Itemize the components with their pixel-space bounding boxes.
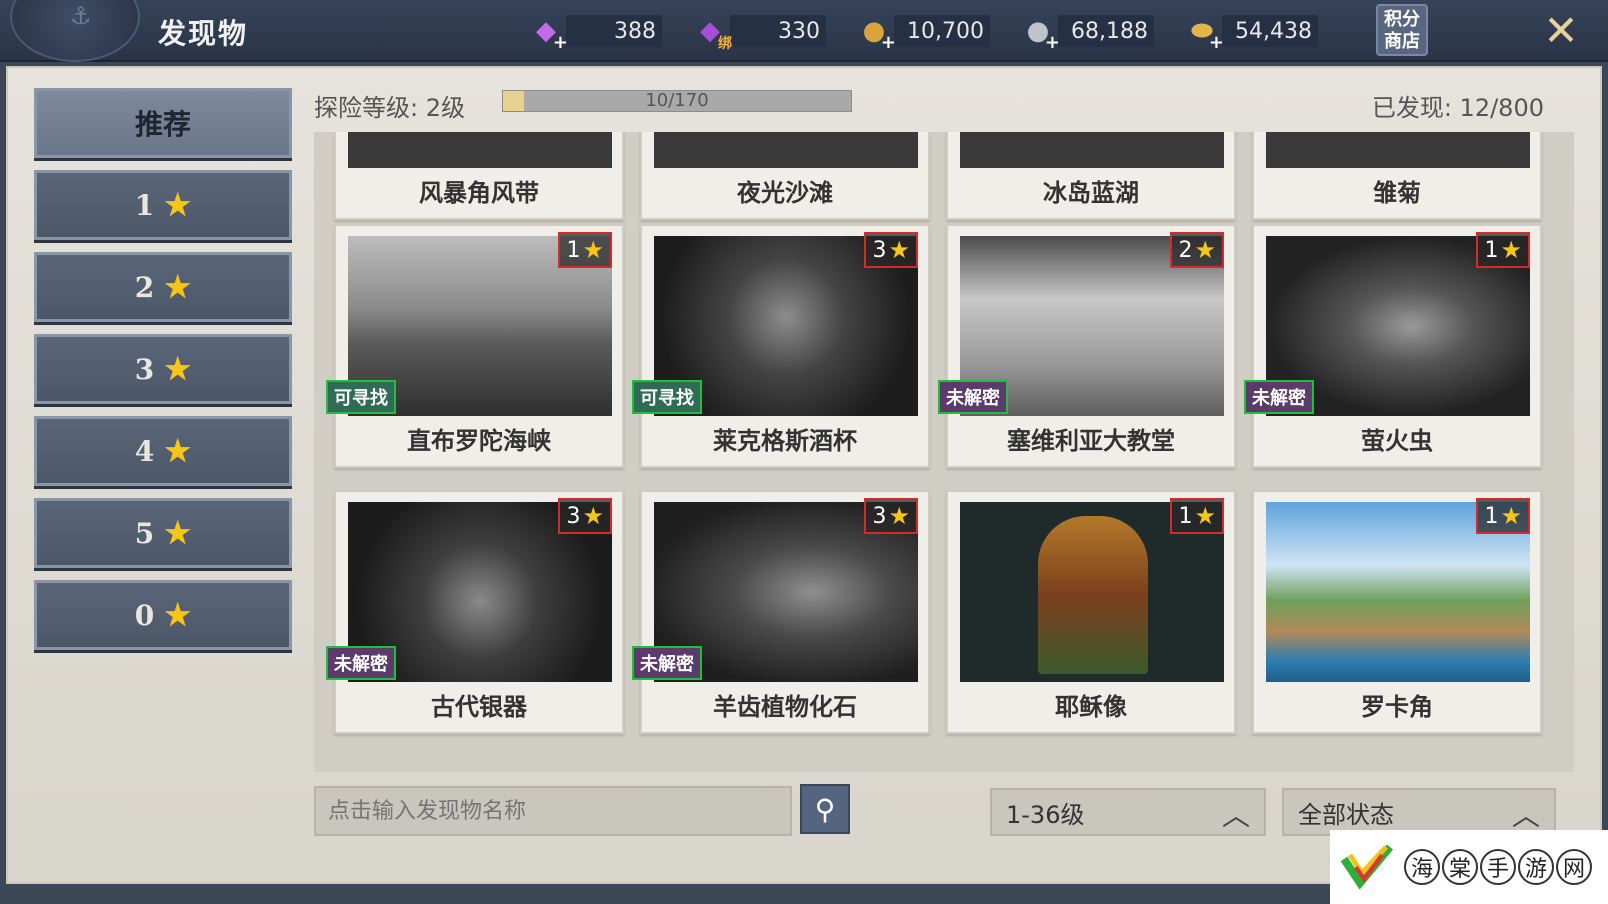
emblem-icon: ⚓ bbox=[10, 0, 140, 62]
sidebar-item-1-star[interactable]: 1 ★ bbox=[34, 170, 292, 240]
discovery-card[interactable]: 1 ★ 耶稣像 bbox=[946, 490, 1236, 734]
card-image bbox=[1266, 132, 1530, 168]
star-icon: ★ bbox=[164, 597, 192, 633]
star-rating-badge: 3 ★ bbox=[864, 498, 918, 534]
star-icon: ★ bbox=[164, 351, 192, 387]
card-image bbox=[348, 132, 612, 168]
sidebar-item-4-star[interactable]: 4 ★ bbox=[34, 416, 292, 486]
star-icon: ★ bbox=[1500, 502, 1522, 530]
star-icon: ★ bbox=[164, 433, 192, 469]
star-rating-badge: 2 ★ bbox=[1170, 232, 1224, 268]
bound-diamond-icon: ◆ 绑 bbox=[700, 16, 732, 52]
level-progress-bar: 10/170 bbox=[502, 90, 852, 112]
search-input[interactable] bbox=[314, 786, 792, 836]
star-rating-badge: 1 ★ bbox=[558, 232, 612, 268]
star-icon: ★ bbox=[164, 269, 192, 305]
discovery-card[interactable]: 2 ★ 未解密 塞维利亚大教堂 bbox=[938, 224, 1236, 468]
discovery-card[interactable]: 1 ★ 可寻找 直布罗陀海峡 bbox=[326, 224, 624, 468]
star-rating-badge: 3 ★ bbox=[558, 498, 612, 534]
star-rating-badge: 1 ★ bbox=[1476, 232, 1530, 268]
currency-diamond[interactable]: ◆ + 388 bbox=[526, 14, 662, 53]
points-shop-button[interactable]: 积分商店 bbox=[1376, 4, 1428, 56]
gold-ingot-icon: ⬬ + bbox=[1190, 15, 1224, 54]
purple-diamond-icon: ◆ + bbox=[536, 16, 568, 53]
discovery-card[interactable]: 风暴角风带 bbox=[334, 132, 624, 220]
discovery-card[interactable]: 3 ★ 未解密 古代银器 bbox=[326, 490, 624, 734]
page-title: 发现物 bbox=[158, 17, 249, 50]
star-icon: ★ bbox=[1194, 502, 1216, 530]
close-icon[interactable]: ✕ bbox=[1540, 10, 1582, 52]
star-rating-badge: 3 ★ bbox=[864, 232, 918, 268]
sidebar-item-0-star[interactable]: 0 ★ bbox=[34, 580, 292, 650]
currency-gold-coin[interactable]: ● + 10,700 bbox=[854, 14, 990, 53]
top-bar: ⚓ 发现物 ◆ + 388 ◆ 绑 330 ● + 10,700 ● + 68,188 … bbox=[0, 0, 1608, 62]
status-badge: 可寻找 bbox=[326, 380, 396, 414]
chevron-up-icon: ︿ bbox=[1511, 799, 1540, 832]
discoveries-grid[interactable]: 风暴角风带 夜光沙滩 冰岛蓝湖 雏菊 1 ★ 可寻找 直布罗陀海峡 3 ★ 可寻找 … bbox=[314, 132, 1574, 772]
discovery-card[interactable]: 冰岛蓝湖 bbox=[946, 132, 1236, 220]
discovered-count: 已发现: 12/800 bbox=[1371, 94, 1544, 122]
discovery-card[interactable]: 1 ★ 未解密 萤火虫 bbox=[1244, 224, 1542, 468]
progress-text: 10/170 bbox=[645, 90, 709, 111]
level-range-select[interactable]: 1-36级 ︿ bbox=[990, 788, 1266, 836]
currency-silver-coin[interactable]: ● + 68,188 bbox=[1018, 14, 1154, 53]
discovery-card[interactable]: 夜光沙滩 bbox=[640, 132, 930, 220]
sidebar-item-recommended[interactable]: 推荐 bbox=[34, 88, 292, 158]
star-icon: ★ bbox=[888, 502, 910, 530]
discovery-card[interactable]: 雏菊 bbox=[1252, 132, 1542, 220]
sidebar-item-2-star[interactable]: 2 ★ bbox=[34, 252, 292, 322]
star-icon: ★ bbox=[582, 236, 604, 264]
star-rating-badge: 1 ★ bbox=[1476, 498, 1530, 534]
chevron-up-icon: ︿ bbox=[1221, 799, 1250, 832]
silver-coin-icon: ● + bbox=[1026, 16, 1060, 53]
star-icon: ★ bbox=[888, 236, 910, 264]
site-watermark: 海 棠 手 游 网 bbox=[1330, 830, 1608, 904]
star-icon: ★ bbox=[164, 187, 192, 223]
sidebar-item-3-star[interactable]: 3 ★ bbox=[34, 334, 292, 404]
status-badge: 可寻找 bbox=[632, 380, 702, 414]
checkmark-logo-icon bbox=[1336, 837, 1396, 897]
star-icon: ★ bbox=[1500, 236, 1522, 264]
star-icon: ★ bbox=[582, 502, 604, 530]
search-icon: ⚲ bbox=[814, 792, 836, 826]
discovery-card[interactable]: 3 ★ 可寻找 莱克格斯酒杯 bbox=[632, 224, 930, 468]
currency-gold-ingot[interactable]: ⬬ + 54,438 bbox=[1182, 14, 1318, 54]
star-icon: ★ bbox=[1194, 236, 1216, 264]
status-badge: 未解密 bbox=[1244, 380, 1314, 414]
watermark-text: 海 棠 手 游 网 bbox=[1404, 849, 1592, 885]
star-rating-badge: 1 ★ bbox=[1170, 498, 1224, 534]
card-image bbox=[654, 132, 918, 168]
discovery-card[interactable]: 1 ★ 罗卡角 bbox=[1252, 490, 1542, 734]
status-badge: 未解密 bbox=[326, 646, 396, 680]
discovery-card[interactable]: 3 ★ 未解密 羊齿植物化石 bbox=[632, 490, 930, 734]
search-button[interactable]: ⚲ bbox=[800, 784, 850, 834]
exploration-level: 探险等级: 2级 bbox=[314, 94, 465, 122]
currency-bound-diamond[interactable]: ◆ 绑 330 bbox=[690, 14, 826, 52]
anchor-icon: ⚓ bbox=[70, 2, 92, 30]
state-filter-select[interactable]: 全部状态 ︿ bbox=[1282, 788, 1556, 836]
discoveries-panel: 推荐 1 ★ 2 ★ 3 ★ 4 ★ 5 ★ 0 ★ 探险等级: 2级 10/170 已发现… bbox=[6, 66, 1602, 884]
status-badge: 未解密 bbox=[632, 646, 702, 680]
star-icon: ★ bbox=[164, 515, 192, 551]
status-badge: 未解密 bbox=[938, 380, 1008, 414]
sidebar-item-5-star[interactable]: 5 ★ bbox=[34, 498, 292, 568]
card-image bbox=[960, 132, 1224, 168]
gold-coin-icon: ● + bbox=[862, 16, 896, 53]
